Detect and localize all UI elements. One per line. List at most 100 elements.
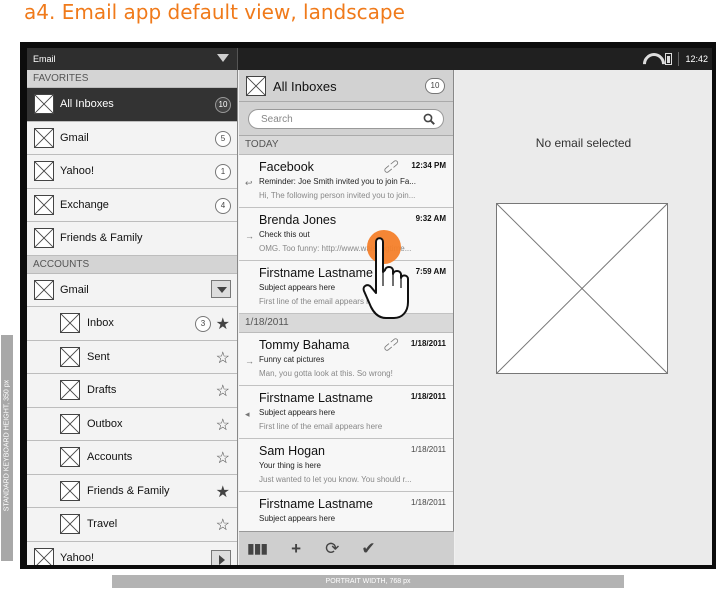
message-sender: Firstname Lastname (259, 497, 373, 511)
subfolder-travel[interactable]: Travel ☆ (27, 508, 237, 542)
account-switcher-label: Email (33, 54, 56, 64)
keyboard-height-marker: STANDARD KEYBOARD HEIGHT, 350 px (1, 335, 13, 561)
account-label: Gmail (60, 283, 89, 296)
battery-icon (665, 53, 673, 65)
inbox-count-badge: 10 (425, 78, 445, 94)
unread-count-badge: 3 (195, 316, 211, 332)
folder-icon (34, 127, 54, 148)
message-time: 1/18/2011 (411, 498, 446, 507)
folder-icon (34, 194, 54, 215)
subfolder-label: Outbox (87, 417, 123, 430)
message-subject: Your thing is here (259, 461, 321, 470)
message-subject: Subject appears here (259, 283, 336, 292)
account-row-gmail[interactable]: Gmail (27, 273, 237, 307)
folder-icon (60, 514, 80, 534)
message-row[interactable]: ↩ Facebook ⊂⊃ 12:34 PM Reminder: Joe Smith i… (239, 155, 453, 208)
subfolder-accounts[interactable]: Accounts ☆ (27, 441, 237, 475)
message-list: TODAY ↩ Facebook ⊂⊃ 12:34 PM Reminder: Joe Sm… (239, 136, 453, 545)
subfolder-label: Inbox (87, 317, 114, 329)
message-row[interactable]: Firstname Lastname 7:59 AM Subject appears… (239, 261, 453, 314)
folder-pane: FAVORITES All Inboxes 10 Gmail 5 Yahoo! 1 Exch… (27, 70, 238, 565)
favorites-list: All Inboxes 10 Gmail 5 Yahoo! 1 Exchange 4 Frien… (27, 88, 237, 256)
message-list-pane: All Inboxes 10 Search TODAY ↩ Facebook ⊂⊃ 12… (239, 70, 454, 565)
search-input[interactable]: Search (248, 109, 444, 129)
sidebar-item-gmail[interactable]: Gmail 5 (27, 121, 237, 155)
subfolder-label: Friends & Family (87, 484, 170, 497)
message-sender: Facebook (259, 160, 314, 174)
keyboard-height-label: STANDARD KEYBOARD HEIGHT, 350 px (3, 379, 11, 512)
search-bar: Search (239, 102, 453, 136)
expand-account-button[interactable] (211, 279, 231, 298)
system-tray: 12:42 (643, 48, 708, 70)
message-time: 1/18/2011 (410, 392, 446, 401)
sidebar-item-all-inboxes[interactable]: All Inboxes 10 (27, 88, 237, 122)
clock: 12:42 (685, 54, 708, 64)
expand-account-button[interactable] (211, 549, 231, 565)
message-preview: Man, you gotta look at this. So wrong! (259, 369, 393, 378)
date-section-header: TODAY (239, 136, 453, 155)
sidebar-item-friends-family[interactable]: Friends & Family (27, 222, 237, 256)
folder-icon (60, 480, 80, 501)
sidebar-item-exchange[interactable]: Exchange 4 (27, 188, 237, 222)
subfolder-label: Drafts (87, 384, 117, 396)
image-placeholder (496, 203, 668, 374)
reading-pane: No email selected (455, 70, 712, 565)
star-icon[interactable]: ☆ (216, 381, 230, 401)
page-title: a4. Email app default view, landscape (24, 0, 405, 24)
message-time: 12:34 PM (411, 161, 446, 170)
reply-icon: ↩ (245, 178, 253, 188)
message-sender: Firstname Lastname (259, 391, 373, 405)
subfolder-outbox[interactable]: Outbox ☆ (27, 407, 237, 441)
sidebar-item-label: Yahoo! (60, 165, 95, 177)
sidebar-item-yahoo-[interactable]: Yahoo! 1 (27, 155, 237, 189)
wireframe-root: a4. Email app default view, landscape Em… (0, 0, 717, 589)
star-icon[interactable]: ☆ (216, 348, 230, 368)
message-row[interactable]: Sam Hogan 1/18/2011 Your thing is here Just… (239, 439, 453, 492)
folder-icon (60, 413, 80, 434)
status-bar: Email 12:42 (27, 48, 712, 70)
wifi-icon (643, 53, 659, 65)
folder-icon (34, 228, 54, 248)
account-switcher[interactable]: Email (27, 48, 238, 70)
pointing-hand-icon (362, 237, 409, 319)
star-icon[interactable]: ☆ (216, 515, 230, 535)
star-icon[interactable]: ☆ (216, 448, 230, 468)
star-icon[interactable]: ★ (216, 482, 230, 502)
columns-icon[interactable]: ▮▮▮ (247, 540, 268, 557)
message-time: 7:59 AM (415, 267, 446, 276)
message-row[interactable]: → Tommy Bahama ⊂⊃ 1/18/2011 Funny cat pictur… (239, 333, 453, 386)
refresh-icon[interactable]: ⟳ (325, 539, 339, 559)
attachment-icon: ⊂⊃ (380, 334, 403, 356)
star-icon[interactable]: ★ (216, 314, 230, 334)
compose-icon[interactable]: + (291, 539, 301, 559)
message-subject: Check this out (259, 230, 310, 239)
message-row[interactable]: ◂ Firstname Lastname 1/18/2011 Subject appe… (239, 386, 453, 439)
subfolder-list: Inbox 3 ★ Sent ☆ Drafts ☆ Outbox ☆ Accounts ☆ Frien… (27, 307, 237, 542)
check-icon[interactable]: ✔ (361, 539, 375, 559)
folder-icon (60, 447, 80, 467)
subfolder-drafts[interactable]: Drafts ☆ (27, 374, 237, 408)
message-row[interactable]: → Brenda Jones 9:32 AM Check this out OMG. T… (239, 208, 453, 261)
account-row-yahoo[interactable]: Yahoo! (27, 541, 237, 565)
message-time: 1/18/2011 (411, 445, 446, 454)
sidebar-item-label: Gmail (60, 131, 89, 144)
unread-count-badge: 5 (215, 130, 231, 147)
folder-icon (60, 380, 80, 400)
folder-icon (60, 313, 80, 333)
account-icon (34, 279, 54, 300)
message-subject: Reminder: Joe Smith invited you to join … (259, 177, 416, 186)
message-sender: Tommy Bahama (259, 338, 350, 352)
message-subject: Funny cat pictures (259, 355, 325, 364)
accounts-header: ACCOUNTS (27, 255, 237, 274)
forward-icon: → (245, 231, 254, 241)
search-icon[interactable] (423, 113, 435, 125)
star-icon[interactable]: ☆ (216, 415, 230, 435)
inbox-icon (246, 76, 266, 96)
message-preview: First line of the email appears here (259, 297, 383, 306)
message-time: 1/18/2011 (410, 339, 446, 348)
subfolder-inbox[interactable]: Inbox 3 ★ (27, 307, 237, 341)
folder-icon (34, 94, 54, 114)
subfolder-sent[interactable]: Sent ☆ (27, 340, 237, 374)
subfolder-friends-family[interactable]: Friends & Family ★ (27, 474, 237, 508)
favorites-header: FAVORITES (27, 70, 237, 88)
